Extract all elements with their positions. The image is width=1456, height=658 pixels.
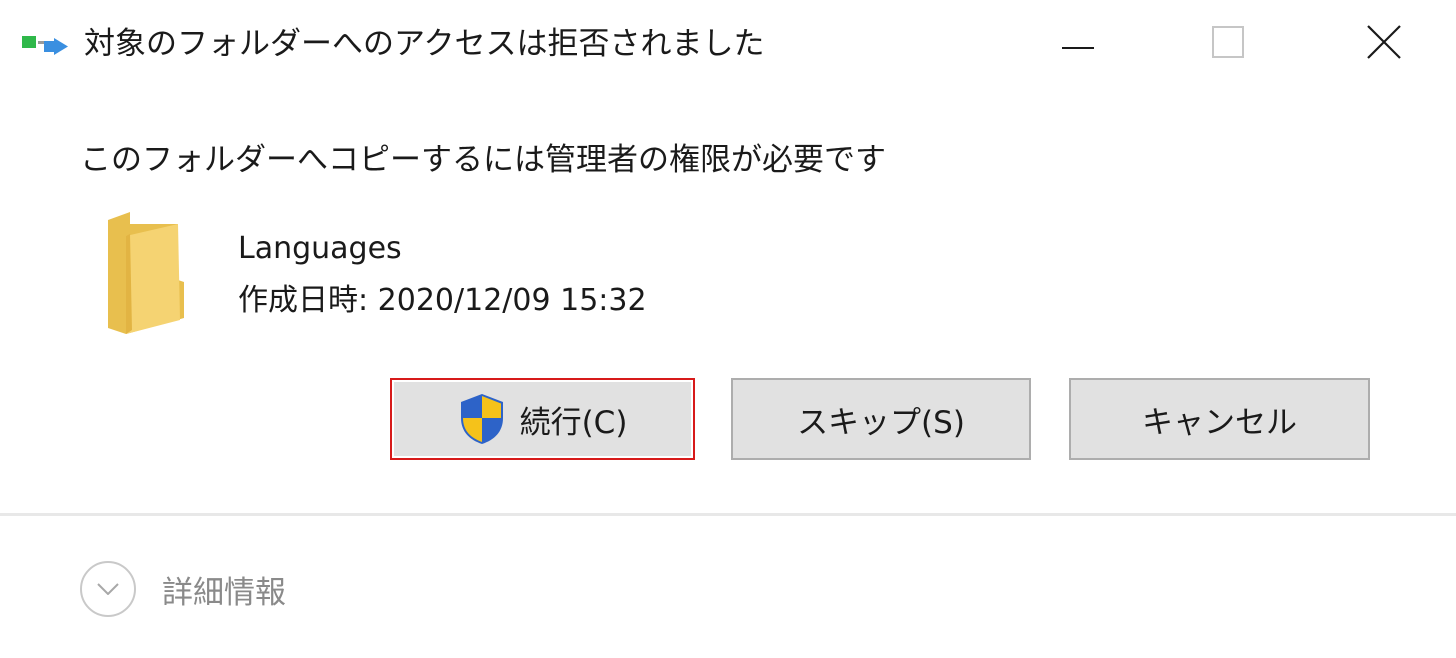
folder-icon <box>100 210 192 338</box>
maximize-button[interactable] <box>1193 16 1263 72</box>
created-date-label: 作成日時: <box>238 283 369 318</box>
divider <box>0 513 1456 516</box>
continue-button[interactable]: 続行(C) <box>390 378 695 460</box>
more-details-label: 詳細情報 <box>162 574 286 611</box>
minimize-icon <box>1062 35 1094 54</box>
cancel-button[interactable]: キャンセル <box>1069 378 1370 460</box>
maximize-icon <box>1212 26 1244 62</box>
skip-button-label: スキップ(S) <box>797 404 965 441</box>
uac-shield-icon <box>458 392 506 446</box>
window-title: 対象のフォルダーへのアクセスは拒否されました <box>84 26 765 62</box>
skip-button[interactable]: スキップ(S) <box>731 378 1031 460</box>
dialog-message: このフォルダーへコピーするには管理者の権限が必要です <box>80 142 886 178</box>
chevron-down-icon <box>80 561 136 617</box>
folder-name: Languages <box>238 231 402 266</box>
more-details-toggle[interactable]: 詳細情報 <box>80 557 286 621</box>
close-button[interactable] <box>1349 16 1419 72</box>
minimize-button[interactable] <box>1043 16 1113 72</box>
close-icon <box>1366 24 1402 64</box>
cancel-button-label: キャンセル <box>1142 404 1297 441</box>
file-copy-icon <box>22 32 74 60</box>
created-date-value: 2020/12/09 15:32 <box>377 283 647 318</box>
title-bar: 対象のフォルダーへのアクセスは拒否されました <box>0 0 1456 92</box>
folder-created-date: 作成日時: 2020/12/09 15:32 <box>238 279 647 323</box>
continue-button-label: 続行(C) <box>519 404 628 441</box>
